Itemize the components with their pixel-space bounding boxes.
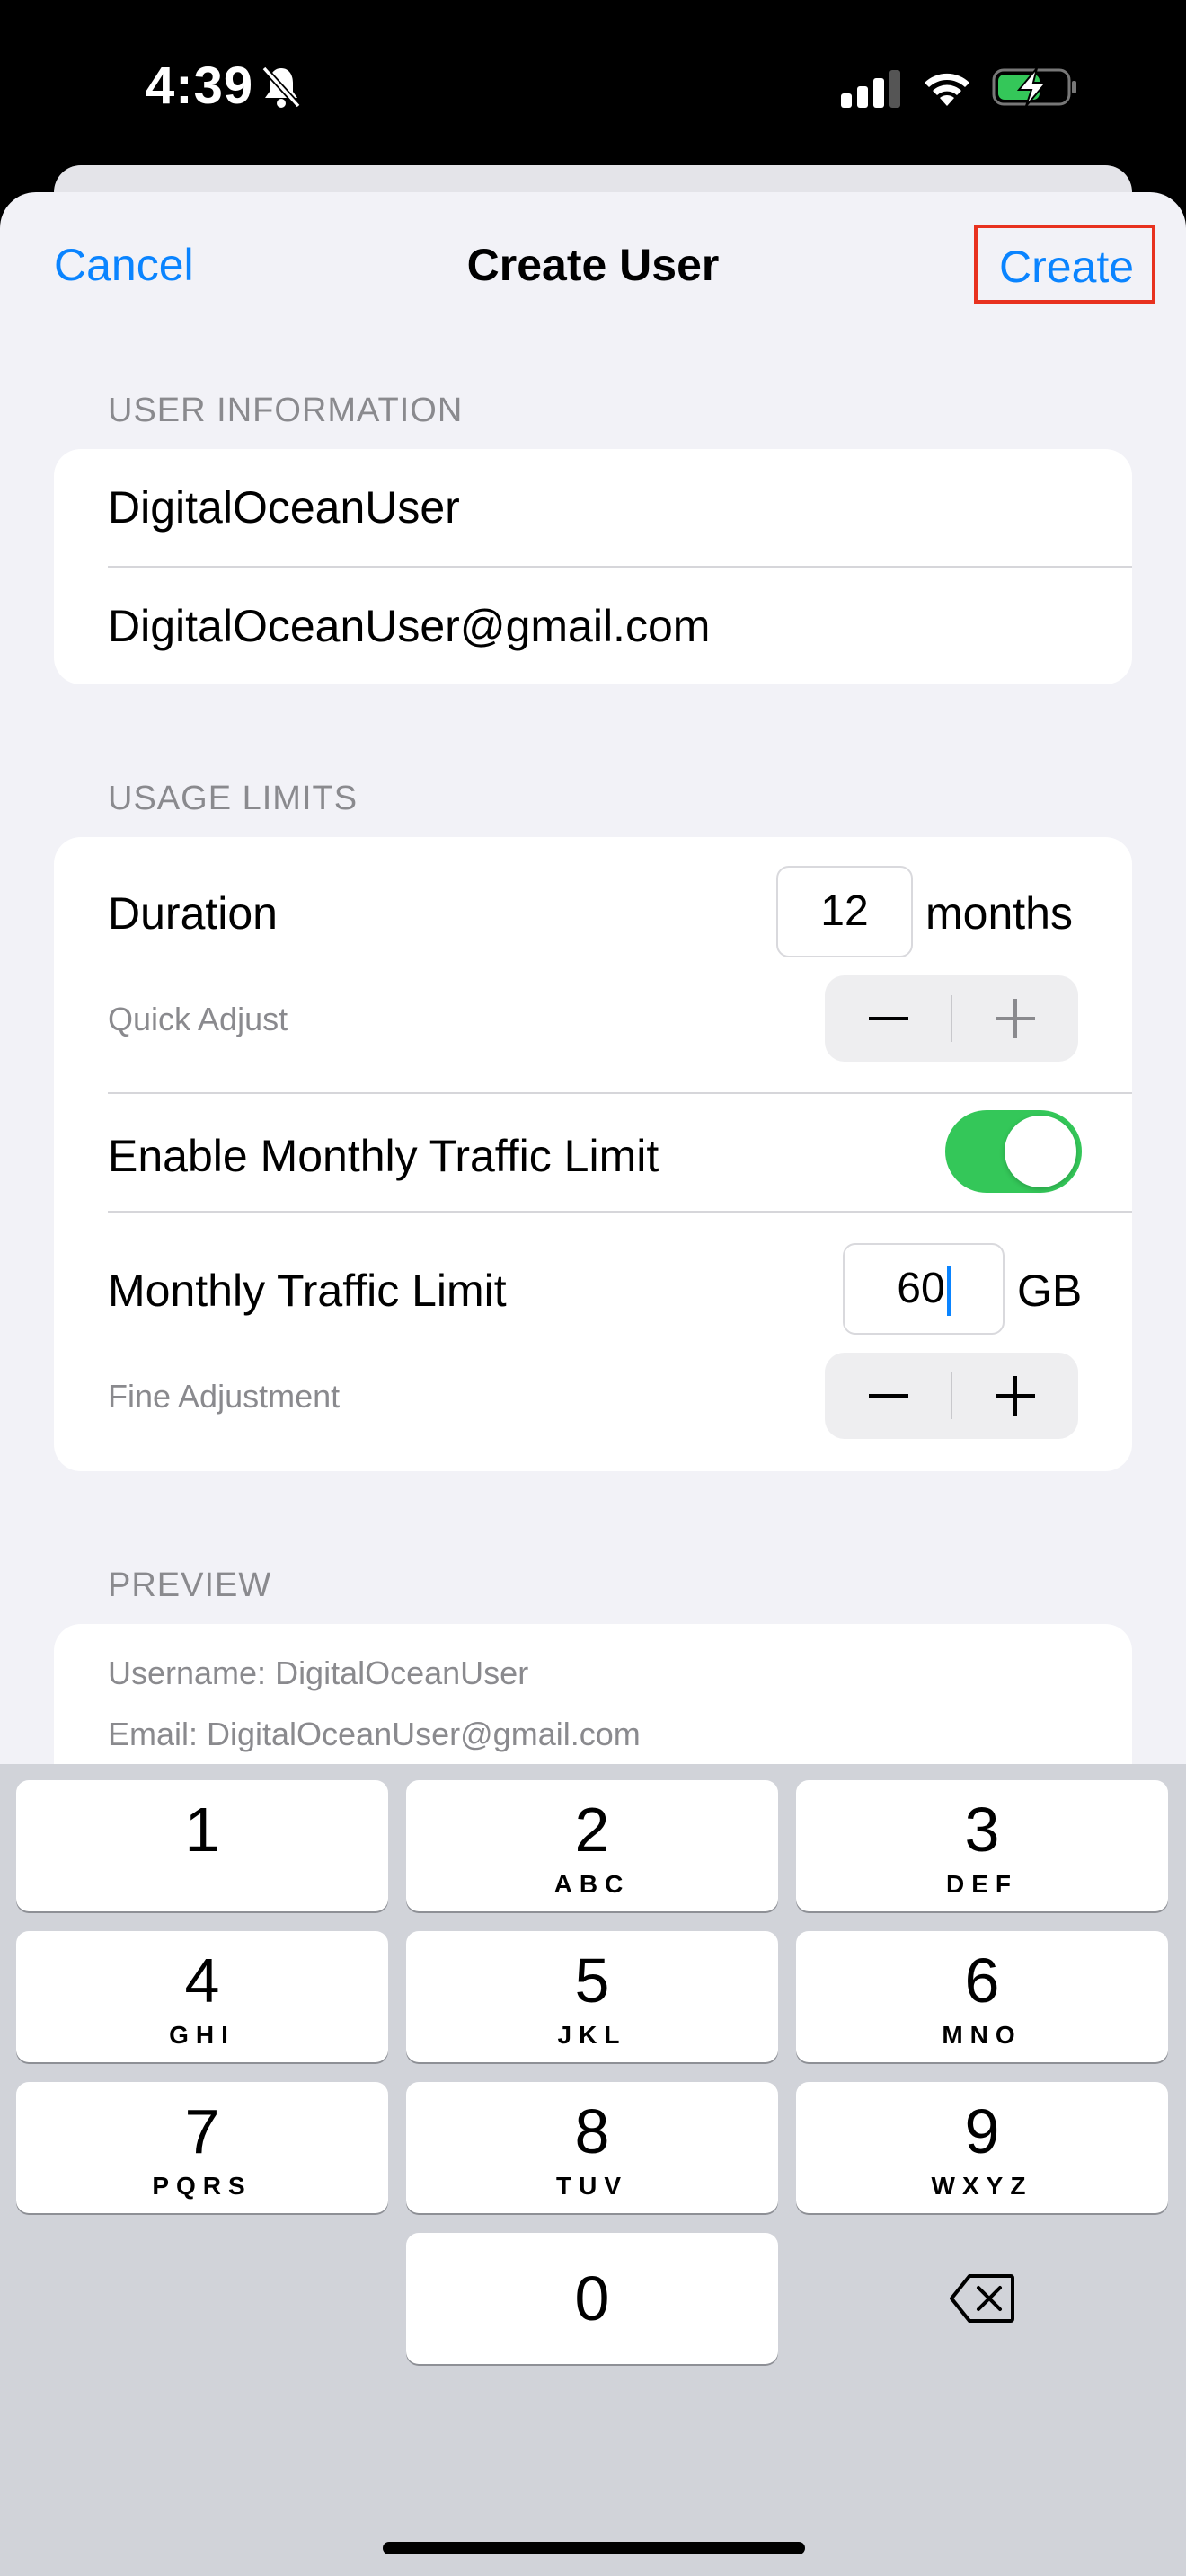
fine-adjustment-label: Fine Adjustment bbox=[108, 1378, 341, 1415]
key-letters: DEF bbox=[946, 1870, 1018, 1898]
traffic-stepper[interactable] bbox=[825, 1353, 1078, 1439]
wifi-icon bbox=[925, 73, 969, 106]
key-letters: MNO bbox=[942, 2021, 1022, 2049]
create-button-highlight[interactable]: Create bbox=[974, 225, 1155, 304]
home-indicator[interactable] bbox=[383, 2542, 805, 2554]
plus-icon bbox=[995, 1376, 1035, 1416]
status-time: 4:39 bbox=[146, 57, 254, 115]
key-digit: 8 bbox=[574, 2096, 610, 2166]
key-3[interactable]: 3 DEF bbox=[796, 1780, 1168, 1911]
section-header-usage-limits: USAGE LIMITS bbox=[108, 780, 358, 817]
username-field[interactable]: DigitalOceanUser bbox=[108, 481, 460, 534]
backspace-icon bbox=[950, 2274, 1014, 2323]
key-2[interactable]: 2 ABC bbox=[406, 1780, 778, 1911]
duration-input[interactable]: 12 bbox=[776, 866, 913, 957]
key-0[interactable]: 0 bbox=[406, 2233, 778, 2364]
duration-decrement-button[interactable] bbox=[825, 975, 951, 1062]
section-header-preview: PREVIEW bbox=[108, 1566, 272, 1604]
key-digit: 9 bbox=[964, 2096, 1000, 2166]
section-header-user-information: USER INFORMATION bbox=[108, 392, 464, 429]
key-6[interactable]: 6 MNO bbox=[796, 1931, 1168, 2062]
key-8[interactable]: 8 TUV bbox=[406, 2082, 778, 2213]
traffic-decrement-button[interactable] bbox=[825, 1353, 951, 1439]
minus-icon bbox=[868, 1017, 908, 1020]
traffic-limit-input[interactable]: 60 bbox=[843, 1243, 1005, 1335]
key-digit: 4 bbox=[184, 1945, 220, 2016]
backspace-button[interactable] bbox=[796, 2233, 1168, 2364]
user-information-group: DigitalOceanUser DigitalOceanUser@gmail.… bbox=[54, 449, 1132, 684]
divider bbox=[108, 566, 1132, 568]
key-digit: 0 bbox=[574, 2263, 610, 2333]
status-bar: 4:39 bbox=[0, 0, 1186, 171]
toggle-knob bbox=[1005, 1116, 1076, 1187]
key-letters: JKL bbox=[557, 2021, 627, 2049]
key-letters: GHI bbox=[169, 2021, 235, 2049]
key-digit: 5 bbox=[574, 1945, 610, 2016]
key-letters: ABC bbox=[553, 1870, 631, 1898]
battery-charging-icon bbox=[992, 67, 1076, 107]
numeric-keyboard: 1 2 ABC 3 DEF 4 GHI 5 JKL 6 MNO 7 PQRS 8… bbox=[0, 1764, 1186, 2576]
enable-traffic-limit-toggle[interactable] bbox=[945, 1110, 1082, 1193]
key-digit: 3 bbox=[964, 1795, 1000, 1865]
key-4[interactable]: 4 GHI bbox=[16, 1931, 388, 2062]
enable-traffic-limit-label: Enable Monthly Traffic Limit bbox=[108, 1131, 659, 1181]
key-digit: 6 bbox=[964, 1945, 1000, 2016]
bell-muted-icon bbox=[261, 66, 301, 109]
key-letters: WXYZ bbox=[931, 2172, 1033, 2200]
minus-icon bbox=[868, 1394, 908, 1398]
email-field[interactable]: DigitalOceanUser@gmail.com bbox=[108, 600, 710, 652]
duration-increment-button[interactable] bbox=[951, 975, 1078, 1062]
text-cursor bbox=[946, 1266, 951, 1317]
traffic-limit-unit: GB bbox=[1017, 1266, 1083, 1316]
plus-icon bbox=[995, 999, 1035, 1038]
duration-stepper[interactable] bbox=[825, 975, 1078, 1062]
key-letters: TUV bbox=[556, 2172, 628, 2200]
key-digit: 1 bbox=[184, 1795, 220, 1865]
key-digit: 2 bbox=[574, 1795, 610, 1865]
usage-limits-group: Duration 12 months Quick Adjust Enable M… bbox=[54, 837, 1132, 1471]
preview-email: Email: DigitalOceanUser@gmail.com bbox=[108, 1716, 641, 1752]
key-5[interactable]: 5 JKL bbox=[406, 1931, 778, 2062]
key-digit: 7 bbox=[184, 2096, 220, 2166]
preview-username: Username: DigitalOceanUser bbox=[108, 1654, 529, 1691]
traffic-increment-button[interactable] bbox=[951, 1353, 1078, 1439]
divider bbox=[108, 1092, 1132, 1094]
key-1[interactable]: 1 bbox=[16, 1780, 388, 1911]
divider bbox=[108, 1211, 1132, 1213]
quick-adjust-label: Quick Adjust bbox=[108, 1001, 288, 1037]
cellular-signal-icon bbox=[841, 70, 900, 108]
key-7[interactable]: 7 PQRS bbox=[16, 2082, 388, 2213]
create-button[interactable]: Create bbox=[999, 241, 1134, 293]
key-letters: PQRS bbox=[152, 2172, 252, 2200]
key-9[interactable]: 9 WXYZ bbox=[796, 2082, 1168, 2213]
duration-label: Duration bbox=[108, 888, 278, 939]
traffic-limit-value: 60 bbox=[897, 1265, 945, 1312]
duration-unit: months bbox=[925, 888, 1073, 939]
traffic-limit-label: Monthly Traffic Limit bbox=[108, 1266, 507, 1316]
